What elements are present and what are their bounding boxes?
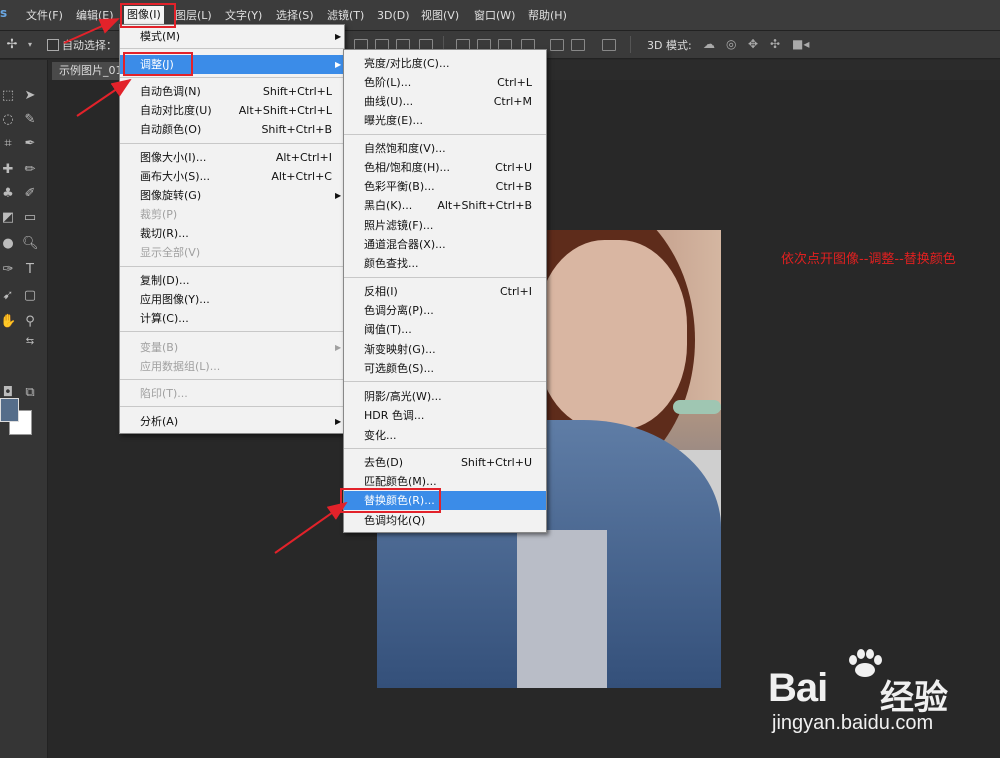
baidu-jingyan-watermark: Bai 经验 jingyan.baidu.com — [768, 649, 993, 740]
arrow-to-image-menu — [63, 18, 120, 44]
watermark-url: jingyan.baidu.com — [772, 712, 934, 734]
watermark-brand: Bai — [768, 666, 828, 710]
annotation-arrows — [63, 18, 348, 554]
arrow-to-adjustments — [76, 78, 132, 117]
instruction-text: 依次点开图像--调整--替换颜色 — [781, 252, 956, 267]
arrow-to-replace-color — [274, 501, 348, 554]
baidu-paw-icon — [849, 649, 882, 677]
